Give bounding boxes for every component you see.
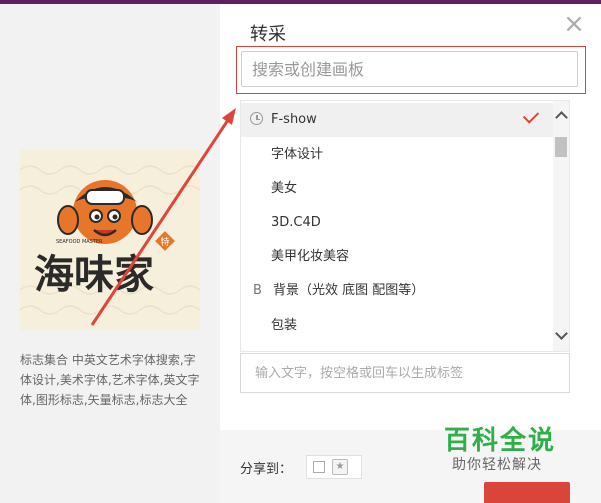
svg-text:SEAFOOD MASTER: SEAFOOD MASTER [56,239,103,245]
scroll-down-icon[interactable] [553,323,569,341]
scroll-up-icon[interactable] [553,107,569,125]
tag-input[interactable] [240,353,570,393]
board-item[interactable]: 字体设计 [241,138,554,172]
board-item[interactable]: 包装 [241,309,554,343]
watermark: 百科全说 助你轻松解决 [428,420,598,478]
board-item-label: 背景（光效 底图 配图等） [273,283,425,298]
search-highlight-box [236,46,586,94]
watermark-title: 百科全说 [444,426,557,456]
board-item-label: F-show [271,112,317,127]
board-group-letter: B [253,283,262,298]
dialog-title: 转采 [250,24,286,45]
logo-illustration: 特 SEAFOOD MASTER 海味家 [20,165,200,315]
board-item-label: 字体设计 [271,147,324,162]
clock-icon [250,112,263,125]
board-item-f-show[interactable]: F-show [241,103,554,137]
watermark-subtitle: 助你轻松解决 [452,457,542,473]
board-list: F-show 字体设计 美女 3D.C4D 美甲化妆美容 B 背景（光效 底图 … [240,100,570,352]
board-item[interactable]: 3D.C4D [241,206,554,240]
board-item-label: 美甲化妆美容 [271,249,350,264]
board-item-label: 包装 [271,318,298,333]
board-item-label: 美女 [271,181,298,196]
share-checkbox[interactable] [313,461,325,473]
svg-text:特: 特 [160,236,169,248]
check-icon [522,107,540,124]
board-item-label: 3D.C4D [271,215,321,230]
pin-thumbnail: 特 SEAFOOD MASTER 海味家 [20,150,200,330]
scroll-thumb[interactable] [555,137,567,157]
svg-text:海味家: 海味家 [34,252,154,298]
pin-description: 标志集合 中英文艺术字体搜索,字体设计,美术字体,艺术字体,英文字体,图形标志,… [20,353,200,407]
share-label: 分享到： [240,462,293,477]
submit-button[interactable] [484,482,570,503]
board-item[interactable]: B 背景（光效 底图 配图等） [241,274,554,308]
weibo-icon[interactable]: ★ [332,459,348,475]
board-item[interactable]: 美甲化妆美容 [241,240,554,274]
board-item[interactable]: 美女 [241,172,554,206]
board-list-scrollbar[interactable] [553,101,569,351]
close-icon[interactable]: × [562,11,586,37]
share-options: ★ [306,455,362,479]
board-search-input[interactable] [241,51,578,87]
